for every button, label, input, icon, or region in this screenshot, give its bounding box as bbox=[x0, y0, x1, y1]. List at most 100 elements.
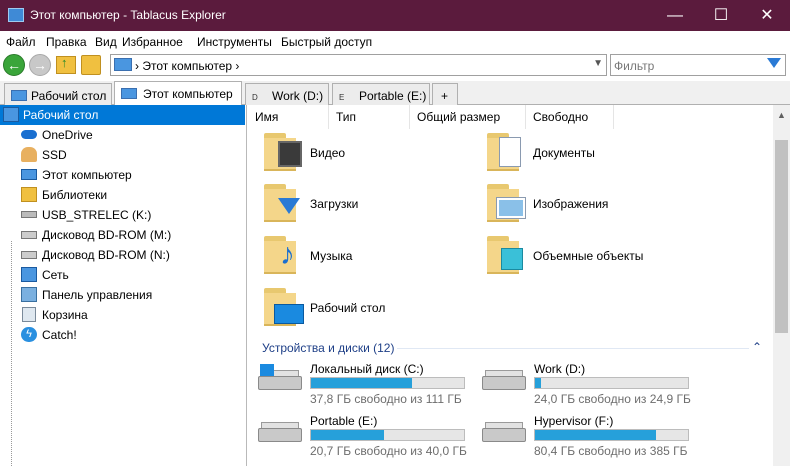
vertical-scrollbar[interactable]: ▲ bbox=[773, 105, 790, 466]
navigation-tree: Рабочий стол OneDrive SSD Этот компьютер… bbox=[0, 105, 247, 466]
drive-free-text: 24,0 ГБ свободно из 24,9 ГБ bbox=[534, 392, 691, 406]
monitor-icon bbox=[121, 88, 137, 99]
user-icon bbox=[21, 147, 37, 162]
tab-strip: Рабочий стол Этот компьютер D Work (D:) … bbox=[0, 81, 790, 106]
tree-item-onedrive[interactable]: OneDrive bbox=[0, 125, 245, 145]
maximize-button[interactable]: ☐ bbox=[698, 0, 744, 31]
tree-item-bdrom-n[interactable]: Дисковод BD-ROM (N:) bbox=[0, 245, 245, 265]
filter-placeholder: Фильтр bbox=[614, 59, 655, 73]
tree-label: SSD bbox=[42, 148, 67, 162]
menu-edit[interactable]: Правка bbox=[46, 35, 87, 49]
folder-downloads[interactable] bbox=[264, 182, 312, 226]
drive-c[interactable]: Локальный диск (C:) 37,8 ГБ свободно из … bbox=[258, 362, 473, 407]
menu-file[interactable]: Файл bbox=[6, 35, 36, 49]
usage-fill bbox=[311, 378, 412, 388]
tab-portable-e[interactable]: E Portable (E:) bbox=[332, 83, 430, 105]
tree-item-catch[interactable]: ϟ Catch! bbox=[0, 325, 245, 345]
minimize-button[interactable]: — bbox=[652, 0, 698, 31]
new-tab-button[interactable]: + bbox=[432, 83, 458, 105]
windows-logo-icon bbox=[260, 364, 274, 376]
folder-documents[interactable] bbox=[487, 131, 535, 175]
tree-item-control-panel[interactable]: Панель управления bbox=[0, 285, 245, 305]
column-type[interactable]: Тип bbox=[329, 105, 410, 129]
tree-item-network[interactable]: Сеть bbox=[0, 265, 245, 285]
tab-this-pc[interactable]: Этот компьютер bbox=[114, 81, 242, 106]
music-folder-icon: ♪ bbox=[280, 238, 295, 271]
tree-label: USB_STRELEC (K:) bbox=[42, 208, 152, 222]
column-label: Свободно bbox=[533, 110, 589, 124]
column-free[interactable]: Свободно bbox=[526, 105, 614, 129]
column-name[interactable]: Имя bbox=[248, 105, 329, 129]
monitor-icon bbox=[21, 169, 37, 180]
drive-free-text: 80,4 ГБ свободно из 385 ГБ bbox=[534, 444, 688, 458]
up-folder-button[interactable]: ↑ bbox=[56, 55, 76, 74]
tab-desktop[interactable]: Рабочий стол bbox=[4, 83, 112, 105]
drive-e[interactable]: Portable (E:) 20,7 ГБ свободно из 40,0 Г… bbox=[258, 414, 473, 459]
folder-pictures[interactable] bbox=[487, 182, 535, 226]
menu-quick-access[interactable]: Быстрый доступ bbox=[281, 35, 372, 49]
window-title: Этот компьютер - Tablacus Explorer bbox=[30, 8, 226, 22]
cloud-icon bbox=[21, 130, 37, 139]
tree-item-usb[interactable]: USB_STRELEC (K:) bbox=[0, 205, 245, 225]
drive-usage-bar bbox=[310, 377, 465, 389]
plus-icon: + bbox=[441, 89, 449, 103]
desktop-icon bbox=[3, 107, 19, 122]
drive-name: Portable (E:) bbox=[310, 414, 378, 428]
folder-tree-button[interactable] bbox=[81, 55, 101, 75]
tab-label: Portable (E:) bbox=[359, 89, 427, 103]
folder-label: Рабочий стол bbox=[310, 301, 386, 315]
menu-tools[interactable]: Инструменты bbox=[197, 35, 272, 49]
tree-item-desktop[interactable]: Рабочий стол bbox=[0, 105, 245, 125]
column-label: Имя bbox=[255, 110, 279, 124]
drive-free-text: 20,7 ГБ свободно из 40,0 ГБ bbox=[310, 444, 467, 458]
chevron-up-icon[interactable]: ⌃ bbox=[752, 340, 762, 354]
folder-video[interactable] bbox=[264, 131, 312, 175]
menu-favorites[interactable]: Избранное bbox=[122, 35, 183, 49]
drive-name: Work (D:) bbox=[534, 362, 586, 376]
menu-view[interactable]: Вид bbox=[95, 35, 117, 49]
back-arrow-icon: ← bbox=[7, 57, 21, 73]
scrollbar-thumb[interactable] bbox=[775, 140, 788, 333]
close-button[interactable]: ✕ bbox=[744, 0, 790, 31]
tab-label: Рабочий стол bbox=[31, 89, 107, 103]
hdd-icon bbox=[482, 376, 526, 390]
forward-button[interactable]: → bbox=[29, 54, 51, 76]
title-bar: Этот компьютер - Tablacus Explorer — ☐ ✕ bbox=[0, 0, 790, 31]
tree-item-bdrom-m[interactable]: Дисковод BD-ROM (M:) bbox=[0, 225, 245, 245]
tree-item-this-pc[interactable]: Этот компьютер bbox=[0, 165, 245, 185]
drive-f[interactable]: Hypervisor (F:) 80,4 ГБ свободно из 385 … bbox=[482, 414, 697, 459]
folder-label: Изображения bbox=[533, 197, 609, 211]
filter-input[interactable]: Фильтр bbox=[610, 54, 786, 76]
folder-desktop[interactable] bbox=[264, 286, 312, 330]
chevron-down-icon[interactable]: ▼ bbox=[593, 58, 603, 69]
library-icon bbox=[21, 187, 37, 202]
tree-item-recycle-bin[interactable]: Корзина bbox=[0, 305, 245, 325]
network-icon bbox=[21, 267, 37, 282]
tree-item-libraries[interactable]: Библиотеки bbox=[0, 185, 245, 205]
back-button[interactable]: ← bbox=[3, 54, 25, 76]
tree-label: Этот компьютер bbox=[42, 168, 132, 182]
folder-music[interactable]: ♪ bbox=[264, 234, 312, 278]
devices-group-header[interactable]: Устройства и диски (12) bbox=[262, 341, 394, 355]
desktop-folder-icon bbox=[274, 304, 304, 324]
folder-3d-objects[interactable] bbox=[487, 234, 535, 278]
folder-label: Музыка bbox=[310, 249, 353, 263]
folder-label: Загрузки bbox=[310, 197, 359, 211]
tab-label: Work (D:) bbox=[272, 89, 324, 103]
tree-label: Catch! bbox=[42, 328, 77, 342]
group-divider bbox=[397, 348, 749, 349]
tree-label: Дисковод BD-ROM (M:) bbox=[42, 228, 172, 242]
downloads-folder-icon bbox=[278, 198, 300, 214]
tree-item-ssd[interactable]: SSD bbox=[0, 145, 245, 165]
3d-objects-folder-icon bbox=[501, 248, 523, 270]
lightning-icon: ϟ bbox=[21, 327, 37, 342]
scroll-up-icon[interactable]: ▲ bbox=[777, 110, 786, 120]
funnel-icon[interactable] bbox=[767, 58, 781, 68]
hdd-icon bbox=[482, 428, 526, 442]
monitor-icon bbox=[11, 90, 27, 101]
drive-d[interactable]: Work (D:) 24,0 ГБ свободно из 24,9 ГБ bbox=[482, 362, 697, 407]
tree-label: Корзина bbox=[42, 308, 88, 322]
address-bar[interactable]: › Этот компьютер › ▼ bbox=[110, 54, 607, 76]
tab-work-d[interactable]: D Work (D:) bbox=[245, 83, 329, 105]
column-total-size[interactable]: Общий размер bbox=[410, 105, 526, 129]
